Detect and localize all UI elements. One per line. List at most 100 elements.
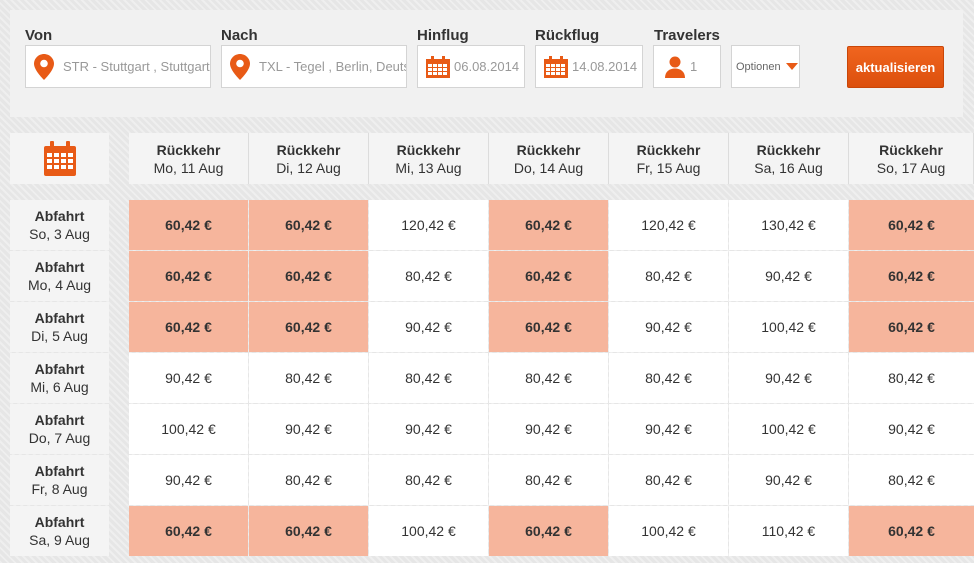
return-date: Mo, 11 Aug [153, 159, 224, 176]
price-cell[interactable]: 90,42 € [249, 404, 368, 454]
calendar-icon [426, 55, 450, 78]
price-cell[interactable]: 60,42 € [489, 200, 608, 250]
depart-date-header: Abfahrt Mi, 6 Aug [10, 353, 109, 403]
price-cell[interactable]: 60,42 € [849, 251, 974, 301]
travelers-field[interactable]: 1 [653, 45, 721, 88]
return-date: Di, 12 Aug [276, 159, 341, 176]
price-cell[interactable]: 130,42 € [729, 200, 848, 250]
outbound-date-value: 06.08.2014 [454, 59, 520, 74]
price-cell[interactable]: 60,42 € [489, 302, 608, 352]
price-cell[interactable]: 60,42 € [129, 251, 248, 301]
return-date-header: Rückkehr Sa, 16 Aug [729, 133, 849, 184]
price-cell[interactable]: 90,42 € [369, 404, 488, 454]
price-cell[interactable]: 90,42 € [729, 455, 848, 505]
return-date-header: Rückkehr Mo, 11 Aug [129, 133, 249, 184]
return-date: So, 17 Aug [876, 159, 946, 176]
price-cell[interactable]: 60,42 € [249, 200, 368, 250]
return-label: Rückkehr [756, 141, 821, 158]
to-label: Nach [221, 27, 258, 44]
price-cell[interactable]: 90,42 € [489, 404, 608, 454]
price-cell[interactable]: 120,42 € [369, 200, 488, 250]
return-date: Do, 14 Aug [513, 159, 584, 176]
price-cell[interactable]: 90,42 € [129, 353, 248, 403]
price-cell[interactable]: 60,42 € [489, 251, 608, 301]
price-cell[interactable]: 60,42 € [129, 302, 248, 352]
depart-label: Abfahrt [34, 412, 85, 428]
price-cell[interactable]: 60,42 € [489, 506, 608, 556]
price-cell[interactable]: 80,42 € [489, 353, 608, 403]
depart-label: Abfahrt [34, 259, 85, 275]
price-cell[interactable]: 60,42 € [849, 200, 974, 250]
person-icon [665, 56, 685, 78]
price-cell[interactable]: 80,42 € [249, 455, 368, 505]
depart-date-header: Abfahrt Di, 5 Aug [10, 302, 109, 352]
caret-down-icon [785, 63, 798, 70]
price-cell[interactable]: 60,42 € [249, 506, 368, 556]
price-cell[interactable]: 60,42 € [249, 251, 368, 301]
outbound-date-field[interactable]: 06.08.2014 [417, 45, 525, 88]
price-cell[interactable]: 60,42 € [129, 200, 248, 250]
price-cell[interactable]: 80,42 € [489, 455, 608, 505]
return-label: Rückkehr [879, 141, 943, 158]
price-cell[interactable]: 90,42 € [849, 404, 974, 454]
location-pin-icon [34, 53, 54, 80]
inbound-label: Rückflug [535, 27, 600, 44]
price-cell[interactable]: 60,42 € [249, 302, 368, 352]
search-panel: Von STR - Stuttgart , Stuttgart, Nach TX… [10, 10, 963, 117]
price-cell[interactable]: 60,42 € [129, 506, 248, 556]
travelers-value: 1 [690, 59, 698, 74]
inbound-date-field[interactable]: 14.08.2014 [535, 45, 643, 88]
depart-date-header: Abfahrt Fr, 8 Aug [10, 455, 109, 505]
from-value: STR - Stuttgart , Stuttgart, [63, 59, 210, 74]
calendar-icon [544, 55, 568, 78]
depart-date: Di, 5 Aug [31, 328, 88, 344]
depart-date: Mo, 4 Aug [27, 277, 92, 293]
price-cell[interactable]: 80,42 € [849, 455, 974, 505]
price-cell[interactable]: 100,42 € [609, 506, 728, 556]
return-label: Rückkehr [276, 141, 341, 158]
from-field[interactable]: STR - Stuttgart , Stuttgart, [25, 45, 211, 88]
depart-label: Abfahrt [34, 310, 85, 326]
price-cell[interactable]: 90,42 € [729, 251, 848, 301]
price-cell[interactable]: 100,42 € [129, 404, 248, 454]
depart-date: So, 3 Aug [29, 226, 90, 242]
return-date-header: Rückkehr Do, 14 Aug [489, 133, 609, 184]
price-cell[interactable]: 120,42 € [609, 200, 728, 250]
price-cell[interactable]: 90,42 € [729, 353, 848, 403]
price-cell[interactable]: 100,42 € [369, 506, 488, 556]
depart-date-header: Abfahrt Mo, 4 Aug [10, 251, 109, 301]
price-cell[interactable]: 80,42 € [249, 353, 368, 403]
depart-label: Abfahrt [34, 208, 85, 224]
price-cell[interactable]: 90,42 € [129, 455, 248, 505]
travelers-label: Travelers [654, 27, 720, 44]
price-cell[interactable]: 90,42 € [369, 302, 488, 352]
to-value: TXL - Tegel , Berlin, Deuts [259, 59, 406, 74]
calendar-header-cell [10, 133, 109, 184]
update-button[interactable]: aktualisieren [847, 46, 944, 88]
options-label: Optionen [736, 60, 781, 73]
price-cell[interactable]: 100,42 € [729, 302, 848, 352]
to-field[interactable]: TXL - Tegel , Berlin, Deuts [221, 45, 407, 88]
price-cell[interactable]: 90,42 € [609, 302, 728, 352]
price-cell[interactable]: 80,42 € [369, 455, 488, 505]
price-cell[interactable]: 80,42 € [849, 353, 974, 403]
price-cell[interactable]: 60,42 € [849, 302, 974, 352]
depart-date: Do, 7 Aug [28, 430, 91, 446]
price-cell[interactable]: 90,42 € [609, 404, 728, 454]
price-cell[interactable]: 80,42 € [609, 455, 728, 505]
price-cell[interactable]: 60,42 € [849, 506, 974, 556]
return-date-header: Rückkehr So, 17 Aug [849, 133, 974, 184]
depart-label: Abfahrt [34, 463, 85, 479]
options-dropdown[interactable]: Optionen [731, 45, 800, 88]
price-cell[interactable]: 110,42 € [729, 506, 848, 556]
depart-date: Mi, 6 Aug [30, 379, 89, 395]
return-date-header: Rückkehr Fr, 15 Aug [609, 133, 729, 184]
return-date-header: Rückkehr Mi, 13 Aug [369, 133, 489, 184]
depart-date: Sa, 9 Aug [29, 532, 90, 548]
price-cell[interactable]: 80,42 € [369, 251, 488, 301]
return-date: Fr, 15 Aug [636, 159, 701, 176]
price-cell[interactable]: 100,42 € [729, 404, 848, 454]
price-cell[interactable]: 80,42 € [369, 353, 488, 403]
price-cell[interactable]: 80,42 € [609, 353, 728, 403]
price-cell[interactable]: 80,42 € [609, 251, 728, 301]
